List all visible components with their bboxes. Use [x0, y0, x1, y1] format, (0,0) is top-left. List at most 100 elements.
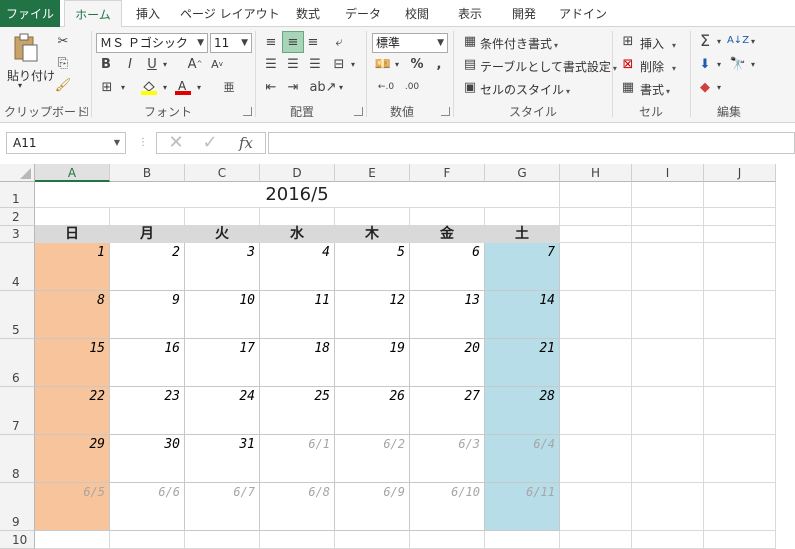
- calendar-day-cell[interactable]: 20: [410, 339, 485, 387]
- autosum-icon[interactable]: Σ: [696, 31, 714, 50]
- row-header-2[interactable]: 2: [0, 208, 35, 226]
- sort-filter-icon[interactable]: A↓Z: [727, 31, 749, 49]
- calendar-day-cell[interactable]: 23: [110, 387, 185, 435]
- cell[interactable]: [260, 531, 335, 549]
- cell[interactable]: [704, 387, 776, 435]
- cell[interactable]: [485, 531, 560, 549]
- tab-addins[interactable]: アドイン: [558, 0, 608, 27]
- cell[interactable]: [704, 435, 776, 483]
- cell[interactable]: [560, 182, 632, 208]
- currency-icon[interactable]: 💴: [374, 56, 392, 72]
- decrease-indent-icon[interactable]: ⇤: [262, 79, 280, 95]
- calendar-day-cell[interactable]: 15: [35, 339, 110, 387]
- cell[interactable]: [560, 208, 632, 226]
- cancel-icon[interactable]: ✕: [165, 133, 187, 153]
- row-header-1[interactable]: 1: [0, 182, 35, 208]
- cell[interactable]: [560, 387, 632, 435]
- calendar-day-cell[interactable]: 11: [260, 291, 335, 339]
- fill-color-dropdown-icon[interactable]: ▾: [160, 79, 170, 95]
- calendar-day-cell[interactable]: 6/6: [110, 483, 185, 531]
- row-header-7[interactable]: 7: [0, 387, 35, 435]
- fill-down-icon[interactable]: ⬇: [696, 56, 714, 72]
- tab-home[interactable]: ホーム: [64, 0, 122, 29]
- italic-button[interactable]: I: [122, 56, 138, 72]
- column-header-j[interactable]: J: [704, 164, 776, 182]
- column-header-d[interactable]: D: [260, 164, 335, 182]
- weekday-header[interactable]: 金: [410, 226, 485, 243]
- row-header-9[interactable]: 9: [0, 483, 35, 531]
- cell[interactable]: [632, 435, 704, 483]
- font-size-combo[interactable]: 11 ▼: [210, 33, 252, 53]
- increase-font-icon[interactable]: A ^: [186, 56, 204, 72]
- cell[interactable]: [560, 339, 632, 387]
- cell[interactable]: [560, 483, 632, 531]
- calendar-day-cell[interactable]: 6/3: [410, 435, 485, 483]
- calendar-day-cell[interactable]: 28: [485, 387, 560, 435]
- cell[interactable]: [560, 226, 632, 243]
- format-as-table-button[interactable]: テーブルとして書式設定 ▾: [480, 58, 617, 75]
- select-all-button[interactable]: [0, 164, 35, 182]
- calendar-day-cell[interactable]: 13: [410, 291, 485, 339]
- tab-view[interactable]: 表示: [448, 0, 492, 27]
- font-launcher-icon[interactable]: [243, 107, 252, 116]
- calendar-day-cell[interactable]: 7: [485, 243, 560, 291]
- cell[interactable]: [632, 208, 704, 226]
- format-as-table-icon[interactable]: ▤: [462, 56, 478, 72]
- calendar-day-cell[interactable]: 6: [410, 243, 485, 291]
- column-header-b[interactable]: B: [110, 164, 185, 182]
- cell[interactable]: [704, 531, 776, 549]
- calendar-day-cell[interactable]: 6/2: [335, 435, 410, 483]
- merge-dropdown-icon[interactable]: ▾: [348, 56, 358, 72]
- cell[interactable]: [704, 291, 776, 339]
- currency-dropdown-icon[interactable]: ▾: [392, 56, 402, 72]
- copy-icon[interactable]: ⎘: [54, 55, 72, 71]
- tab-review[interactable]: 校閲: [396, 0, 438, 27]
- format-cells-icon[interactable]: ▦: [620, 79, 636, 95]
- cell-styles-icon[interactable]: ▣: [462, 79, 478, 95]
- decrease-decimal-icon[interactable]: .00: [400, 79, 424, 95]
- delete-cells-button[interactable]: 削除 ▾: [640, 58, 676, 75]
- row-header-4[interactable]: 4: [0, 243, 35, 291]
- calendar-day-cell[interactable]: 30: [110, 435, 185, 483]
- calendar-day-cell[interactable]: 1: [35, 243, 110, 291]
- cell[interactable]: [410, 531, 485, 549]
- calendar-day-cell[interactable]: 25: [260, 387, 335, 435]
- calendar-day-cell[interactable]: 21: [485, 339, 560, 387]
- column-header-a[interactable]: A: [35, 164, 110, 182]
- calendar-day-cell[interactable]: 6/7: [185, 483, 260, 531]
- calendar-day-cell[interactable]: 6/8: [260, 483, 335, 531]
- calendar-day-cell[interactable]: 2: [110, 243, 185, 291]
- cell[interactable]: [485, 208, 560, 226]
- tab-data[interactable]: データ: [340, 0, 386, 27]
- insert-cells-icon[interactable]: ⊞: [620, 33, 636, 49]
- align-middle-icon[interactable]: ≡: [282, 31, 304, 53]
- calendar-day-cell[interactable]: 6/9: [335, 483, 410, 531]
- calendar-day-cell[interactable]: 27: [410, 387, 485, 435]
- calendar-day-cell[interactable]: 16: [110, 339, 185, 387]
- paste-dropdown-icon[interactable]: ▾: [18, 81, 22, 90]
- column-header-h[interactable]: H: [560, 164, 632, 182]
- delete-cells-icon[interactable]: ⊠: [620, 56, 636, 72]
- cell[interactable]: [35, 531, 110, 549]
- row-header-6[interactable]: 6: [0, 339, 35, 387]
- cell[interactable]: [704, 243, 776, 291]
- bold-button[interactable]: B: [98, 56, 114, 72]
- cell[interactable]: [560, 531, 632, 549]
- format-cells-button[interactable]: 書式 ▾: [640, 81, 670, 98]
- cell[interactable]: [35, 208, 110, 226]
- number-launcher-icon[interactable]: [441, 107, 450, 116]
- font-name-combo[interactable]: ＭＳ Ｐゴシック ▼: [96, 33, 208, 53]
- clear-icon[interactable]: ◆: [696, 79, 714, 95]
- column-header-g[interactable]: G: [485, 164, 560, 182]
- name-box[interactable]: A11 ▼: [6, 132, 126, 154]
- cut-icon[interactable]: ✂: [54, 33, 72, 49]
- conditional-format-button[interactable]: 条件付き書式 ▾: [480, 35, 558, 52]
- calendar-day-cell[interactable]: 9: [110, 291, 185, 339]
- row-header-8[interactable]: 8: [0, 435, 35, 483]
- clipboard-launcher-icon[interactable]: [79, 107, 88, 116]
- tab-file[interactable]: ファイル: [0, 0, 60, 27]
- cell[interactable]: [410, 208, 485, 226]
- column-header-i[interactable]: I: [632, 164, 704, 182]
- cell[interactable]: [704, 483, 776, 531]
- underline-dropdown-icon[interactable]: ▾: [160, 56, 170, 72]
